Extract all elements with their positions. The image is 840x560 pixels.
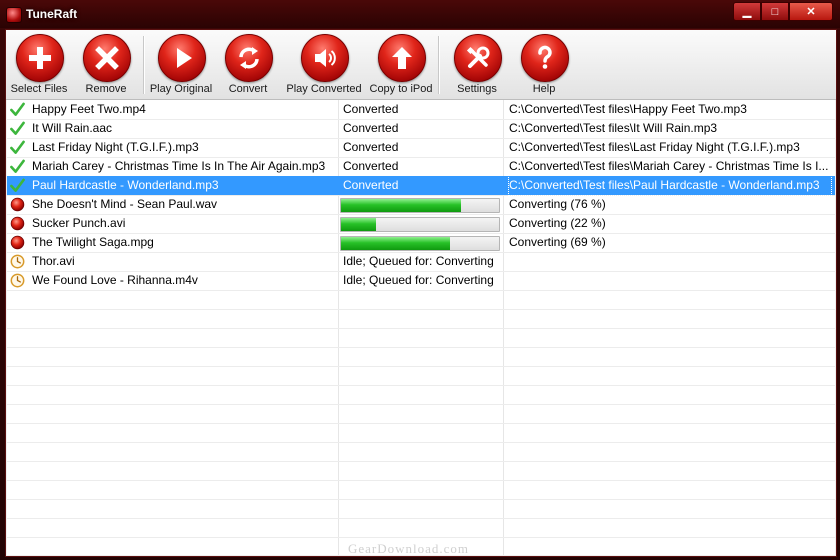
question-icon	[521, 34, 569, 82]
file-output: C:\Converted\Test files\Mariah Carey - C…	[509, 159, 829, 173]
clock-icon	[10, 254, 25, 269]
arrow-up-icon	[378, 34, 426, 82]
file-status: Converted	[343, 121, 399, 135]
progress-bar	[340, 236, 500, 251]
window-controls: ▁ □ ✕	[733, 2, 833, 21]
table-row[interactable]: Paul Hardcastle - Wonderland.mp3 Converte…	[7, 175, 835, 196]
red-dot-icon	[10, 197, 25, 212]
file-name: Happy Feet Two.mp4	[32, 102, 146, 116]
file-output: C:\Converted\Test files\Last Friday Nigh…	[509, 140, 800, 154]
file-name: Thor.avi	[32, 254, 75, 268]
help-button[interactable]: Help	[511, 32, 577, 98]
file-status: Idle; Queued for: Converting	[343, 273, 494, 287]
copy-to-ipod-button[interactable]: Copy to iPod	[368, 32, 434, 98]
x-icon	[83, 34, 131, 82]
empty-row	[7, 499, 835, 519]
check-icon	[10, 159, 25, 174]
table-row[interactable]: We Found Love - Rihanna.m4v Idle; Queued …	[7, 271, 835, 291]
maximize-button[interactable]: □	[761, 2, 789, 21]
file-name: She Doesn't Mind - Sean Paul.wav	[32, 197, 218, 211]
play-icon	[158, 34, 206, 82]
speaker-icon	[301, 34, 349, 82]
table-row[interactable]: Last Friday Night (T.G.I.F.).mp3 Converte…	[7, 138, 835, 158]
check-icon	[10, 102, 25, 117]
file-output: C:\Converted\Test files\Paul Hardcastle …	[508, 175, 832, 196]
empty-row	[7, 461, 835, 481]
main-content: Select Files Remove Play Original Conver…	[5, 29, 837, 557]
empty-row	[7, 518, 835, 538]
progress-fill	[341, 199, 462, 212]
file-output: Converting (69 %)	[509, 235, 606, 249]
table-row[interactable]: It Will Rain.aac Converted C:\Converted\Te…	[7, 119, 835, 139]
convert-button[interactable]: Convert	[215, 32, 281, 98]
file-status: Converted	[343, 159, 399, 173]
empty-row	[7, 404, 835, 424]
close-button[interactable]: ✕	[789, 2, 833, 21]
window-title: TuneRaft	[26, 7, 78, 21]
red-dot-icon	[10, 235, 25, 250]
refresh-icon	[225, 34, 273, 82]
minimize-button[interactable]: ▁	[733, 2, 761, 21]
file-name: The Twilight Saga.mpg	[32, 235, 154, 249]
empty-row	[7, 442, 835, 462]
table-row[interactable]: Mariah Carey - Christmas Time Is In The …	[7, 157, 835, 177]
help-label: Help	[532, 83, 556, 95]
play-converted-button[interactable]: Play Converted	[286, 32, 362, 98]
file-status: Converted	[343, 178, 399, 192]
plus-icon	[16, 34, 64, 82]
file-name: Paul Hardcastle - Wonderland.mp3	[32, 178, 219, 192]
file-name: It Will Rain.aac	[32, 121, 113, 135]
progress-bar	[340, 217, 500, 232]
file-output: Converting (76 %)	[509, 197, 606, 211]
app-window: TuneRaft ▁ □ ✕ Select Files Remove Play …	[0, 0, 840, 560]
file-name: Sucker Punch.avi	[32, 216, 126, 230]
file-status: Converted	[343, 140, 399, 154]
clock-icon	[10, 273, 25, 288]
progress-fill	[341, 218, 376, 231]
check-icon	[10, 140, 25, 155]
table-row[interactable]: She Doesn't Mind - Sean Paul.wav Converti…	[7, 195, 835, 215]
empty-row	[7, 423, 835, 443]
empty-row	[7, 366, 835, 386]
empty-row	[7, 309, 835, 329]
file-name: Last Friday Night (T.G.I.F.).mp3	[32, 140, 199, 154]
empty-row	[7, 385, 835, 405]
empty-row	[7, 290, 835, 310]
file-output	[509, 252, 831, 271]
check-icon	[10, 178, 25, 193]
watermark: GearDownload.com	[348, 541, 470, 556]
red-dot-icon	[10, 216, 25, 231]
file-name: Mariah Carey - Christmas Time Is In The …	[32, 159, 326, 173]
progress-bar	[340, 198, 500, 213]
file-output	[509, 271, 831, 290]
file-output: C:\Converted\Test files\Happy Feet Two.m…	[509, 102, 747, 116]
empty-row	[7, 347, 835, 367]
table-row[interactable]: Thor.avi Idle; Queued for: Converting	[7, 252, 835, 272]
file-output: Converting (22 %)	[509, 216, 606, 230]
title-bar[interactable]: TuneRaft ▁ □ ✕	[0, 0, 840, 28]
table-row[interactable]: Sucker Punch.avi Converting (22 %)	[7, 214, 835, 234]
check-icon	[10, 121, 25, 136]
file-status: Idle; Queued for: Converting	[343, 254, 494, 268]
toolbar: Select Files Remove Play Original Conver…	[6, 30, 836, 100]
empty-row	[7, 480, 835, 500]
file-status: Converted	[343, 102, 399, 116]
file-list[interactable]: Happy Feet Two.mp4 Converted C:\Converted\…	[7, 100, 835, 555]
table-row[interactable]: The Twilight Saga.mpg Converting (69 %)	[7, 233, 835, 253]
file-name: We Found Love - Rihanna.m4v	[32, 273, 198, 287]
app-icon	[6, 7, 22, 23]
remove-button[interactable]: Remove	[73, 32, 139, 98]
empty-row	[7, 328, 835, 348]
file-output: C:\Converted\Test files\It Will Rain.mp3	[509, 121, 718, 135]
tools-icon	[454, 34, 502, 82]
table-row[interactable]: Happy Feet Two.mp4 Converted C:\Converted\…	[7, 100, 835, 120]
progress-fill	[341, 237, 451, 250]
